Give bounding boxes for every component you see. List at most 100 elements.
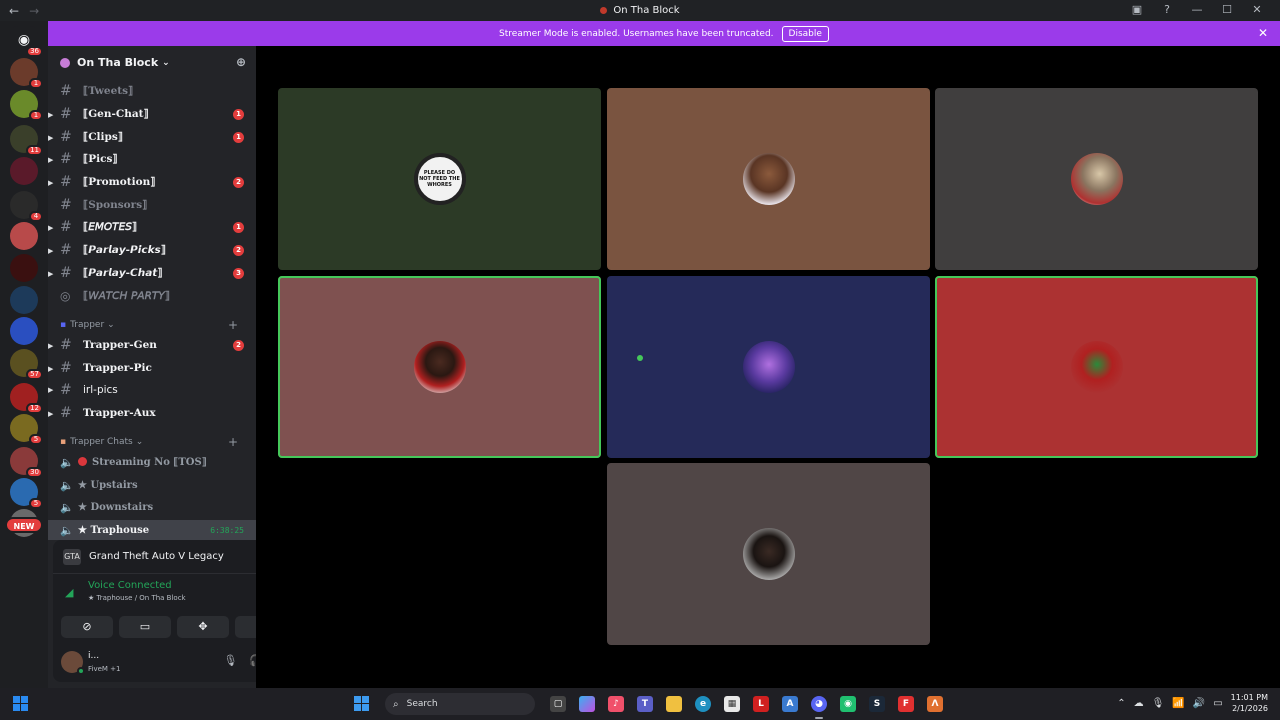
inbox-icon[interactable]: ▣: [1122, 3, 1152, 16]
discord-icon[interactable]: ◕: [807, 692, 831, 719]
steam-icon[interactable]: S: [865, 692, 889, 716]
tile-3[interactable]: [935, 88, 1258, 270]
channel-watch-party[interactable]: ◎ ⟦𝘞𝘈𝘛𝘊𝘏 𝘗𝘈𝘙𝘛𝘠⟧: [48, 286, 256, 306]
help-icon[interactable]: ?: [1152, 3, 1182, 16]
add-channel-icon[interactable]: +: [228, 435, 238, 449]
task-view-icon[interactable]: ▢: [546, 692, 570, 716]
start-menu-icon[interactable]: [350, 692, 374, 716]
participant-avatar: [742, 341, 795, 393]
tray-expand-icon[interactable]: ⌃: [1117, 698, 1125, 709]
l-app-icon[interactable]: L: [749, 692, 773, 716]
server-icon[interactable]: 4: [10, 191, 43, 222]
camera-off-icon[interactable]: ⊘: [61, 616, 113, 638]
copilot-icon[interactable]: [575, 692, 599, 716]
channel-pics[interactable]: ▶ # ⟦Pics⟧: [48, 149, 256, 169]
hash-icon: #: [60, 174, 72, 190]
voice-channel-upstairs[interactable]: 🔈 ★ Upstairs: [48, 475, 256, 495]
microphone-icon[interactable]: 🎙: [223, 654, 237, 667]
voice-channel-downstairs[interactable]: 🔈 ★ Downstairs: [48, 497, 256, 517]
channel-tweets[interactable]: # ⟦Tweets⟧: [48, 81, 256, 101]
server-icon[interactable]: 5: [10, 414, 43, 445]
tile-2[interactable]: [607, 88, 930, 270]
edge-icon[interactable]: e: [691, 692, 715, 716]
minimize-icon[interactable]: —: [1182, 3, 1212, 16]
taskbar-search[interactable]: ⌕ Search: [385, 693, 535, 715]
f-app-icon[interactable]: F: [894, 692, 918, 716]
channel-promotion[interactable]: ▶ # ⟦Promotion⟧ 2: [48, 172, 256, 192]
tile-1[interactable]: PLEASE DO NOT FEED THE WHORES: [278, 88, 601, 270]
clock-date: 2/1/2026: [1232, 704, 1268, 713]
channel-parlay-picks[interactable]: ▶ # ⟦𝙋𝙖𝙧𝙡𝙖𝙮-𝙋𝙞𝙘𝙠𝙨⟧ 2: [48, 240, 256, 260]
channel-trapper-pic[interactable]: ▶ # Trapper-Pic: [48, 358, 256, 378]
onedrive-icon[interactable]: ☁: [1134, 698, 1144, 709]
music-app-icon[interactable]: ♪: [604, 692, 628, 716]
hash-icon: #: [60, 242, 72, 258]
a-app-icon[interactable]: A: [778, 692, 802, 716]
channel-trapper-aux[interactable]: ▶ # Trapper-Aux: [48, 403, 256, 423]
wifi-icon[interactable]: 📶: [1172, 698, 1184, 709]
channel-parlay-chat[interactable]: ▶ # ⟦𝙋𝙖𝙧𝙡𝙖𝙮-𝘾𝙝𝙖𝙩⟧ 3: [48, 263, 256, 283]
close-icon[interactable]: ✕: [1242, 3, 1272, 16]
add-member-icon[interactable]: ⊕: [236, 55, 246, 69]
screen-share-icon[interactable]: ▭: [119, 616, 171, 638]
server-icon[interactable]: 57: [10, 349, 43, 380]
ai-app-icon[interactable]: Λ: [923, 692, 947, 716]
channel-name: ⟦Pics⟧: [83, 153, 118, 165]
server-icon: [600, 6, 608, 14]
volume-icon[interactable]: 🔊: [1193, 698, 1205, 709]
channel-emotes[interactable]: ▶ # ⟦𝘌𝘔𝘖𝘛𝘌𝘚⟧ 1: [48, 217, 256, 237]
category-trapper[interactable]: ▪ Trapper ⌄ +: [60, 318, 250, 332]
channel-irl-pics[interactable]: ▶ # irl-pics: [48, 380, 256, 400]
maximize-icon[interactable]: ☐: [1212, 3, 1242, 16]
battery-icon[interactable]: ▭: [1213, 698, 1222, 709]
voice-channel-path[interactable]: ★ Traphouse / On Tha Block: [88, 594, 186, 602]
direct-messages-icon[interactable]: ◉ 36: [10, 26, 43, 57]
server-rail: ◉ 36 1 1 11 4 57 12 5 30 5 NEW: [0, 21, 48, 688]
server-icon[interactable]: 1: [10, 90, 43, 121]
voice-channel-traphouse[interactable]: 🔈 ★ Traphouse 6:38:25: [48, 520, 256, 540]
disable-streamer-mode-button[interactable]: Disable: [781, 25, 829, 42]
tile-6[interactable]: [935, 276, 1258, 458]
teams-icon[interactable]: T: [633, 692, 657, 716]
activities-icon[interactable]: ✥: [177, 616, 229, 638]
widgets-icon[interactable]: [13, 696, 29, 712]
microphone-icon[interactable]: 🎙: [1152, 698, 1165, 709]
clock-time: 11:01 PM: [1230, 693, 1268, 702]
server-icon[interactable]: 1: [10, 58, 43, 89]
expand-arrow-icon: ▶: [48, 132, 54, 142]
channel-trapper-gen[interactable]: ▶ # Trapper-Gen 2: [48, 335, 256, 355]
back-arrow-icon[interactable]: ←: [9, 4, 19, 18]
banner-close-icon[interactable]: ✕: [1258, 26, 1268, 40]
channel-sidebar: On Tha Block ⌄ ⊕ # ⟦Tweets⟧ ▶ # ⟦Gen-Chat⟧ 1…: [48, 46, 295, 688]
tile-5[interactable]: [607, 276, 930, 458]
voice-action-buttons: ⊘ ▭ ✥ ♫: [61, 616, 287, 638]
whatsapp-icon[interactable]: ◉: [836, 692, 860, 716]
guild-header[interactable]: On Tha Block ⌄ ⊕: [48, 46, 256, 79]
voice-channel-streaming[interactable]: 🔈 Streaming No ⟦TOS⟧: [48, 452, 256, 472]
server-icon[interactable]: 30: [10, 447, 43, 478]
channel-sponsors[interactable]: # ⟦Sponsors⟧: [48, 195, 256, 215]
add-channel-icon[interactable]: +: [228, 318, 238, 332]
category-trapper-chats[interactable]: ▪ Trapper Chats ⌄ +: [60, 435, 250, 449]
store-icon[interactable]: ▦: [720, 692, 744, 716]
voice-connected-label[interactable]: Voice Connected: [88, 580, 172, 591]
channel-gen-chat[interactable]: ▶ # ⟦Gen-Chat⟧ 1: [48, 104, 256, 124]
file-explorer-icon[interactable]: [662, 692, 686, 716]
signal-icon[interactable]: ◢: [65, 586, 73, 599]
server-icon[interactable]: [10, 254, 38, 282]
forward-arrow-icon[interactable]: →: [29, 4, 39, 18]
server-icon[interactable]: [10, 222, 38, 250]
clock[interactable]: 11:01 PM 2/1/2026: [1231, 692, 1268, 714]
channel-clips[interactable]: ▶ # ⟦Clips⟧ 1: [48, 127, 256, 147]
server-icon[interactable]: [10, 286, 38, 314]
server-icon[interactable]: [10, 317, 38, 345]
tile-7[interactable]: [607, 463, 930, 645]
server-icon[interactable]: [10, 157, 38, 185]
username[interactable]: i...: [88, 651, 99, 661]
server-icon[interactable]: 12: [10, 383, 43, 414]
server-icon[interactable]: 5: [10, 478, 43, 509]
category-name: Trapper: [70, 320, 105, 330]
server-icon[interactable]: 11: [10, 125, 43, 156]
nav-buttons: ← →: [0, 4, 39, 18]
tile-4[interactable]: [278, 276, 601, 458]
